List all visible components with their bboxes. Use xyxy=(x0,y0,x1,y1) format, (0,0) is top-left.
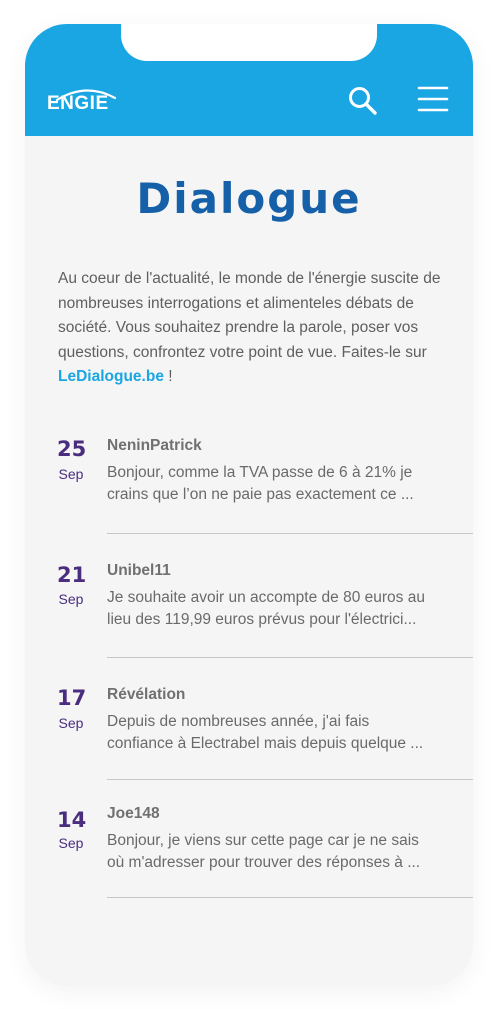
ledialogue-link[interactable]: LeDialogue.be xyxy=(58,368,164,385)
search-icon xyxy=(349,87,377,115)
post-author[interactable]: Unibel11 xyxy=(107,562,171,580)
hamburger-menu-icon xyxy=(417,86,449,112)
post-excerpt-line: Depuis de nombreuses année, j'ai fais xyxy=(107,713,370,730)
post-excerpt-line: où m'adresser pour trouver des réponses … xyxy=(107,854,421,871)
menu-button[interactable] xyxy=(417,85,449,113)
post-excerpt: Bonjour, je viens sur cette page car je … xyxy=(107,830,457,874)
post-month: Sep xyxy=(58,835,84,851)
post-excerpt-line: crains que l’on ne paie pas exactement c… xyxy=(107,486,414,503)
page-title: Dialogue xyxy=(136,174,362,223)
post-divider xyxy=(107,657,473,658)
post-divider xyxy=(107,897,473,898)
post-day: 25 xyxy=(57,437,87,461)
page-background: ENGIE Dialogue Au coeur de l'actualité, … xyxy=(0,0,500,1009)
post-divider xyxy=(107,779,473,780)
top-bar: ENGIE xyxy=(25,24,473,136)
post-author[interactable]: Joe148 xyxy=(107,805,160,823)
phone-notch xyxy=(121,24,377,61)
intro-paragraph: Au coeur de l'actualité, le monde de l'é… xyxy=(58,267,450,390)
phone-frame: ENGIE Dialogue Au coeur de l'actualité, … xyxy=(25,24,473,986)
post-author[interactable]: NeninPatrick xyxy=(107,437,202,455)
post-divider xyxy=(107,533,473,534)
engie-logo[interactable]: ENGIE xyxy=(47,86,127,114)
intro-end: ! xyxy=(163,368,173,385)
post-month: Sep xyxy=(58,715,84,731)
search-button[interactable] xyxy=(347,85,379,117)
post-month: Sep xyxy=(58,466,84,482)
post-excerpt-line: Je souhaite avoir un accompte de 80 euro… xyxy=(107,589,425,606)
post-excerpt-line: confiance à Electrabel mais depuis quelq… xyxy=(107,735,424,752)
post-excerpt-line: Bonjour, je viens sur cette page car je … xyxy=(107,832,419,849)
post-excerpt: Je souhaite avoir un accompte de 80 euro… xyxy=(107,587,457,631)
post-month: Sep xyxy=(58,591,84,607)
post-excerpt-line: Bonjour, comme la TVA passe de 6 à 21% j… xyxy=(107,464,413,481)
post-excerpt: Depuis de nombreuses année, j'ai fais co… xyxy=(107,711,457,755)
post-excerpt-line: lieu des 119,99 euros prévus pour l'élec… xyxy=(107,611,417,628)
post-excerpt: Bonjour, comme la TVA passe de 6 à 21% j… xyxy=(107,462,457,506)
intro-text: Au coeur de l'actualité, le monde de l'é… xyxy=(58,270,441,361)
post-day: 17 xyxy=(57,686,87,710)
logo-text: ENGIE xyxy=(47,93,109,114)
post-day: 21 xyxy=(57,563,87,587)
post-author[interactable]: Révélation xyxy=(107,686,185,704)
post-day: 14 xyxy=(57,808,87,832)
